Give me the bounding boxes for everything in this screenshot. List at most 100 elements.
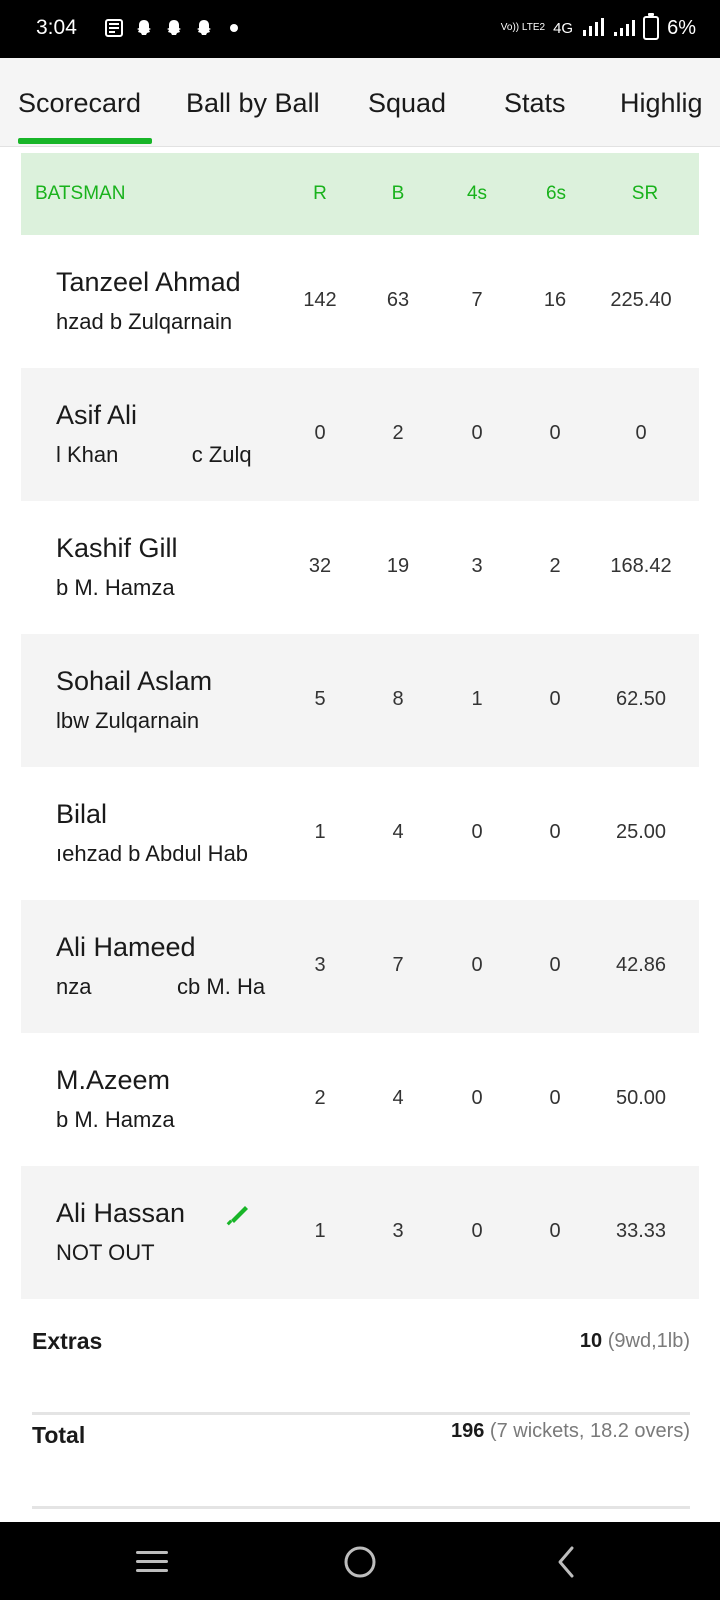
batsman-name[interactable]: Asif Ali [56, 400, 137, 431]
battery-icon [643, 13, 660, 40]
table-header: BATSMAN R B 4s 6s SR [21, 153, 699, 235]
runs-cell: 32 [308, 555, 332, 577]
dismissal-text: lbw Zulqarnain [56, 708, 200, 733]
system-icons: Vo)) LTE2 4G 6% [500, 13, 696, 40]
tab-ball-by-ball[interactable]: Ball by Ball [186, 88, 320, 119]
header-batsman: BATSMAN [35, 183, 126, 204]
fours-cell: 0 [471, 422, 483, 444]
batsman-name[interactable]: Ali Hassan [56, 1198, 185, 1229]
runs-cell: 0 [314, 422, 326, 444]
runs-cell: 2 [314, 1087, 326, 1109]
volte-label: Vo)) LTE2 [500, 22, 546, 33]
status-bar: 3:04 Vo)) LTE2 4G 6% [0, 0, 720, 58]
tab-stats[interactable]: Stats [504, 88, 566, 119]
battery-level: 6% [667, 16, 696, 39]
signal-icon [583, 18, 605, 36]
active-tab-indicator [18, 138, 152, 144]
dismissal-text: NOT OUT [56, 1240, 155, 1265]
sixes-cell: 0 [549, 1087, 561, 1109]
dismissal-text: ıehzad b Abdul Hab [56, 841, 249, 866]
sixes-cell: 0 [549, 688, 561, 710]
extras-label: Extras [32, 1328, 103, 1354]
tab-squad[interactable]: Squad [368, 88, 446, 119]
fours-cell: 0 [471, 1087, 483, 1109]
balls-cell: 4 [392, 821, 404, 843]
dismissal-text: l Khan c Zulq [56, 442, 252, 467]
table-row[interactable]: M.Azeem b M. Hamza 2 4 0 0 50.00 [21, 1033, 699, 1166]
fours-cell: 7 [471, 289, 483, 311]
snapchat-icon [197, 20, 211, 35]
table-row[interactable]: Tanzeel Ahmad hzad b Zulqarnain 142 63 7… [21, 235, 699, 368]
batsman-name[interactable]: Ali Hameed [56, 932, 196, 963]
divider [32, 1506, 690, 1509]
table-row[interactable]: Kashif Gill b M. Hamza 32 19 3 2 168.42 [21, 501, 699, 634]
table-row[interactable]: Ali Hassan NOT OUT 1 3 0 0 33.33 [21, 1166, 699, 1299]
balls-cell: 2 [392, 422, 404, 444]
snapchat-icon [167, 20, 181, 35]
dismissal-text: b M. Hamza [56, 575, 175, 600]
runs-cell: 5 [314, 688, 326, 710]
tab-scorecard[interactable]: Scorecard [18, 88, 141, 119]
total-label: Total [32, 1422, 86, 1448]
balls-cell: 63 [386, 289, 410, 311]
sixes-cell: 0 [549, 1220, 561, 1242]
header-runs: R [313, 183, 327, 204]
home-icon[interactable] [342, 1544, 378, 1580]
strike-rate-cell: 50.00 [615, 1087, 667, 1109]
extras-total: 10 [579, 1330, 603, 1352]
table-row[interactable]: Asif Ali l Khan c Zulq 0 2 0 0 0 [21, 368, 699, 501]
sixes-cell: 16 [543, 289, 567, 311]
strike-rate-cell: 42.86 [615, 954, 667, 976]
header-strike-rate: SR [631, 183, 659, 204]
total-value: 196 (7 wickets, 18.2 overs) [451, 1420, 690, 1443]
total-runs: 196 [450, 1420, 485, 1442]
sixes-cell: 2 [549, 555, 561, 577]
tab-bar: Scorecard Ball by Ball Squad Stats Highl… [0, 58, 720, 147]
balls-cell: 3 [392, 1220, 404, 1242]
notification-icons [104, 18, 238, 38]
dismissal-text: b M. Hamza [56, 1107, 175, 1132]
runs-cell: 1 [314, 1220, 326, 1242]
batsman-name[interactable]: Kashif Gill [56, 533, 178, 564]
batting-table: BATSMAN R B 4s 6s SR Tanzeel Ahmad hzad … [21, 153, 699, 1299]
fours-cell: 1 [471, 688, 483, 710]
strike-rate-cell: 25.00 [615, 821, 667, 843]
sixes-cell: 0 [549, 821, 561, 843]
balls-cell: 19 [386, 555, 410, 577]
dismissal-text: nza cb M. Ha [56, 974, 266, 999]
dismissal-text: hzad b Zulqarnain [56, 309, 233, 334]
recents-icon[interactable] [134, 1544, 170, 1580]
clock: 3:04 [36, 16, 77, 39]
fours-cell: 3 [471, 555, 483, 577]
header-balls: B [391, 183, 405, 204]
strike-rate-cell: 62.50 [615, 688, 667, 710]
sixes-cell: 0 [549, 954, 561, 976]
batsman-name[interactable]: Bilal [56, 799, 107, 830]
sixes-cell: 0 [549, 422, 561, 444]
extras-value: 10 (9wd,1lb) [580, 1330, 690, 1353]
header-sixes: 6s [545, 183, 567, 204]
divider [32, 1412, 690, 1415]
batsman-name[interactable]: Sohail Aslam [56, 666, 212, 697]
balls-cell: 7 [392, 954, 404, 976]
runs-cell: 142 [303, 289, 337, 311]
tab-highlights[interactable]: Highlig [620, 88, 703, 119]
strike-rate-cell: 168.42 [610, 555, 672, 577]
table-row[interactable]: Bilal ıehzad b Abdul Hab 1 4 0 0 25.00 [21, 767, 699, 900]
back-icon[interactable] [548, 1544, 584, 1580]
batsman-name[interactable]: M.Azeem [56, 1065, 170, 1096]
batsman-name[interactable]: Tanzeel Ahmad [56, 267, 241, 298]
table-row[interactable]: Ali Hameed nza cb M. Ha 3 7 0 0 42.86 [21, 900, 699, 1033]
runs-cell: 1 [314, 821, 326, 843]
fours-cell: 0 [471, 1220, 483, 1242]
cricket-bat-icon [226, 1206, 248, 1226]
snapchat-icon [137, 20, 151, 35]
runs-cell: 3 [314, 954, 326, 976]
fours-cell: 0 [471, 954, 483, 976]
table-body: Tanzeel Ahmad hzad b Zulqarnain 142 63 7… [21, 235, 699, 1299]
strike-rate-cell: 0 [635, 422, 647, 444]
table-row[interactable]: Sohail Aslam lbw Zulqarnain 5 8 1 0 62.5… [21, 634, 699, 767]
balls-cell: 8 [392, 688, 404, 710]
dot-icon [230, 24, 238, 32]
fours-cell: 0 [471, 821, 483, 843]
